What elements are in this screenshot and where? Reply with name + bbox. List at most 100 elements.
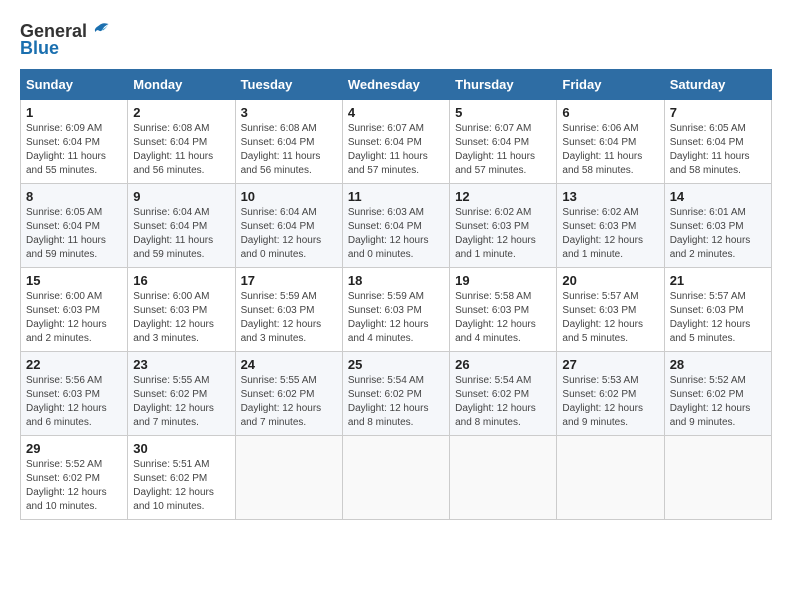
calendar-cell: 6 Sunrise: 6:06 AM Sunset: 6:04 PM Daylig… xyxy=(557,100,664,184)
calendar-cell: 7 Sunrise: 6:05 AM Sunset: 6:04 PM Daylig… xyxy=(664,100,771,184)
day-number: 5 xyxy=(455,105,551,120)
day-info: Sunrise: 5:57 AM Sunset: 6:03 PM Dayligh… xyxy=(562,290,658,346)
day-number: 25 xyxy=(348,357,444,372)
day-number: 26 xyxy=(455,357,551,372)
calendar-cell: 10Sunrise: 6:04 AM Sunset: 6:04 PM Dayli… xyxy=(235,184,342,268)
day-number: 27 xyxy=(562,357,658,372)
calendar-cell: 16 Sunrise: 6:00 AM Sunset: 6:03 PM Dayli… xyxy=(128,268,235,352)
calendar-cell: 22 Sunrise: 5:56 AM Sunset: 6:03 PM Dayli… xyxy=(21,352,128,436)
day-number: 1 xyxy=(26,105,122,120)
day-info: Sunrise: 5:58 AM Sunset: 6:03 PM Dayligh… xyxy=(455,290,551,346)
day-number: 15 xyxy=(26,273,122,288)
calendar-cell: 30 Sunrise: 5:51 AM Sunset: 6:02 PM Dayli… xyxy=(128,436,235,520)
day-number: 23 xyxy=(133,357,229,372)
calendar-cell: 15Sunrise: 6:00 AM Sunset: 6:03 PM Dayli… xyxy=(21,268,128,352)
day-info: Sunrise: 5:54 AM Sunset: 6:02 PM Dayligh… xyxy=(455,374,551,430)
calendar-cell: 2 Sunrise: 6:08 AM Sunset: 6:04 PM Daylig… xyxy=(128,100,235,184)
calendar-cell: 4 Sunrise: 6:07 AM Sunset: 6:04 PM Daylig… xyxy=(342,100,449,184)
day-info: Sunrise: 6:08 AM Sunset: 6:04 PM Dayligh… xyxy=(133,122,229,178)
day-number: 16 xyxy=(133,273,229,288)
weekday-header-thursday: Thursday xyxy=(450,70,557,100)
calendar-cell xyxy=(342,436,449,520)
day-info: Sunrise: 5:57 AM Sunset: 6:03 PM Dayligh… xyxy=(670,290,766,346)
calendar-cell: 21 Sunrise: 5:57 AM Sunset: 6:03 PM Dayli… xyxy=(664,268,771,352)
day-number: 10 xyxy=(241,189,337,204)
day-info: Sunrise: 5:54 AM Sunset: 6:02 PM Dayligh… xyxy=(348,374,444,430)
weekday-header-monday: Monday xyxy=(128,70,235,100)
day-info: Sunrise: 5:53 AM Sunset: 6:02 PM Dayligh… xyxy=(562,374,658,430)
calendar-cell: 3 Sunrise: 6:08 AM Sunset: 6:04 PM Daylig… xyxy=(235,100,342,184)
calendar-cell: 5 Sunrise: 6:07 AM Sunset: 6:04 PM Daylig… xyxy=(450,100,557,184)
day-number: 20 xyxy=(562,273,658,288)
calendar-cell xyxy=(664,436,771,520)
day-info: Sunrise: 6:01 AM Sunset: 6:03 PM Dayligh… xyxy=(670,206,766,262)
weekday-header-wednesday: Wednesday xyxy=(342,70,449,100)
day-number: 9 xyxy=(133,189,229,204)
day-number: 2 xyxy=(133,105,229,120)
calendar-cell: 23 Sunrise: 5:55 AM Sunset: 6:02 PM Dayli… xyxy=(128,352,235,436)
calendar-cell: 28 Sunrise: 5:52 AM Sunset: 6:02 PM Dayli… xyxy=(664,352,771,436)
calendar-cell: 25 Sunrise: 5:54 AM Sunset: 6:02 PM Dayli… xyxy=(342,352,449,436)
logo-blue-text: Blue xyxy=(20,38,59,59)
day-number: 18 xyxy=(348,273,444,288)
day-info: Sunrise: 6:06 AM Sunset: 6:04 PM Dayligh… xyxy=(562,122,658,178)
day-number: 12 xyxy=(455,189,551,204)
day-info: Sunrise: 6:09 AM Sunset: 6:04 PM Dayligh… xyxy=(26,122,122,178)
day-info: Sunrise: 5:52 AM Sunset: 6:02 PM Dayligh… xyxy=(26,458,122,514)
day-number: 21 xyxy=(670,273,766,288)
calendar-cell: 24 Sunrise: 5:55 AM Sunset: 6:02 PM Dayli… xyxy=(235,352,342,436)
day-number: 19 xyxy=(455,273,551,288)
day-info: Sunrise: 6:04 AM Sunset: 6:04 PM Dayligh… xyxy=(133,206,229,262)
logo-bird-icon xyxy=(88,20,110,42)
day-info: Sunrise: 6:07 AM Sunset: 6:04 PM Dayligh… xyxy=(455,122,551,178)
logo-container: General Blue xyxy=(20,20,110,59)
day-number: 7 xyxy=(670,105,766,120)
day-info: Sunrise: 6:08 AM Sunset: 6:04 PM Dayligh… xyxy=(241,122,337,178)
calendar-cell: 9 Sunrise: 6:04 AM Sunset: 6:04 PM Daylig… xyxy=(128,184,235,268)
day-number: 13 xyxy=(562,189,658,204)
day-number: 14 xyxy=(670,189,766,204)
day-info: Sunrise: 5:55 AM Sunset: 6:02 PM Dayligh… xyxy=(241,374,337,430)
day-number: 24 xyxy=(241,357,337,372)
day-number: 6 xyxy=(562,105,658,120)
calendar-cell: 12 Sunrise: 6:02 AM Sunset: 6:03 PM Dayli… xyxy=(450,184,557,268)
day-info: Sunrise: 6:03 AM Sunset: 6:04 PM Dayligh… xyxy=(348,206,444,262)
weekday-header-friday: Friday xyxy=(557,70,664,100)
day-info: Sunrise: 6:02 AM Sunset: 6:03 PM Dayligh… xyxy=(455,206,551,262)
day-info: Sunrise: 6:05 AM Sunset: 6:04 PM Dayligh… xyxy=(26,206,122,262)
calendar-cell: 14 Sunrise: 6:01 AM Sunset: 6:03 PM Dayli… xyxy=(664,184,771,268)
calendar-cell: 29 Sunrise: 5:52 AM Sunset: 6:02 PM Dayli… xyxy=(21,436,128,520)
calendar-cell: 13 Sunrise: 6:02 AM Sunset: 6:03 PM Dayli… xyxy=(557,184,664,268)
day-info: Sunrise: 5:59 AM Sunset: 6:03 PM Dayligh… xyxy=(348,290,444,346)
calendar-table: SundayMondayTuesdayWednesdayThursdayFrid… xyxy=(20,69,772,520)
calendar-cell: 20 Sunrise: 5:57 AM Sunset: 6:03 PM Dayli… xyxy=(557,268,664,352)
day-number: 28 xyxy=(670,357,766,372)
day-info: Sunrise: 6:05 AM Sunset: 6:04 PM Dayligh… xyxy=(670,122,766,178)
day-info: Sunrise: 5:59 AM Sunset: 6:03 PM Dayligh… xyxy=(241,290,337,346)
calendar-cell: 18 Sunrise: 5:59 AM Sunset: 6:03 PM Dayli… xyxy=(342,268,449,352)
day-number: 4 xyxy=(348,105,444,120)
day-number: 22 xyxy=(26,357,122,372)
day-number: 17 xyxy=(241,273,337,288)
day-number: 29 xyxy=(26,441,122,456)
calendar-week-row: 1 Sunrise: 6:09 AM Sunset: 6:04 PM Daylig… xyxy=(21,100,772,184)
day-info: Sunrise: 5:56 AM Sunset: 6:03 PM Dayligh… xyxy=(26,374,122,430)
calendar-week-row: 8 Sunrise: 6:05 AM Sunset: 6:04 PM Daylig… xyxy=(21,184,772,268)
day-info: Sunrise: 6:00 AM Sunset: 6:03 PM Dayligh… xyxy=(133,290,229,346)
calendar-cell xyxy=(557,436,664,520)
day-info: Sunrise: 6:07 AM Sunset: 6:04 PM Dayligh… xyxy=(348,122,444,178)
weekday-header-sunday: Sunday xyxy=(21,70,128,100)
calendar-week-row: 22 Sunrise: 5:56 AM Sunset: 6:03 PM Dayli… xyxy=(21,352,772,436)
calendar-cell xyxy=(450,436,557,520)
calendar-cell: 27 Sunrise: 5:53 AM Sunset: 6:02 PM Dayli… xyxy=(557,352,664,436)
day-number: 8 xyxy=(26,189,122,204)
day-info: Sunrise: 5:55 AM Sunset: 6:02 PM Dayligh… xyxy=(133,374,229,430)
day-number: 30 xyxy=(133,441,229,456)
day-info: Sunrise: 5:51 AM Sunset: 6:02 PM Dayligh… xyxy=(133,458,229,514)
weekday-header-row: SundayMondayTuesdayWednesdayThursdayFrid… xyxy=(21,70,772,100)
day-number: 3 xyxy=(241,105,337,120)
day-info: Sunrise: 6:02 AM Sunset: 6:03 PM Dayligh… xyxy=(562,206,658,262)
day-info: Sunrise: 5:52 AM Sunset: 6:02 PM Dayligh… xyxy=(670,374,766,430)
day-number: 11 xyxy=(348,189,444,204)
calendar-week-row: 15 Sunrise: 6:00 AM Sunset: 6:03 PM Dayli… xyxy=(21,268,772,352)
